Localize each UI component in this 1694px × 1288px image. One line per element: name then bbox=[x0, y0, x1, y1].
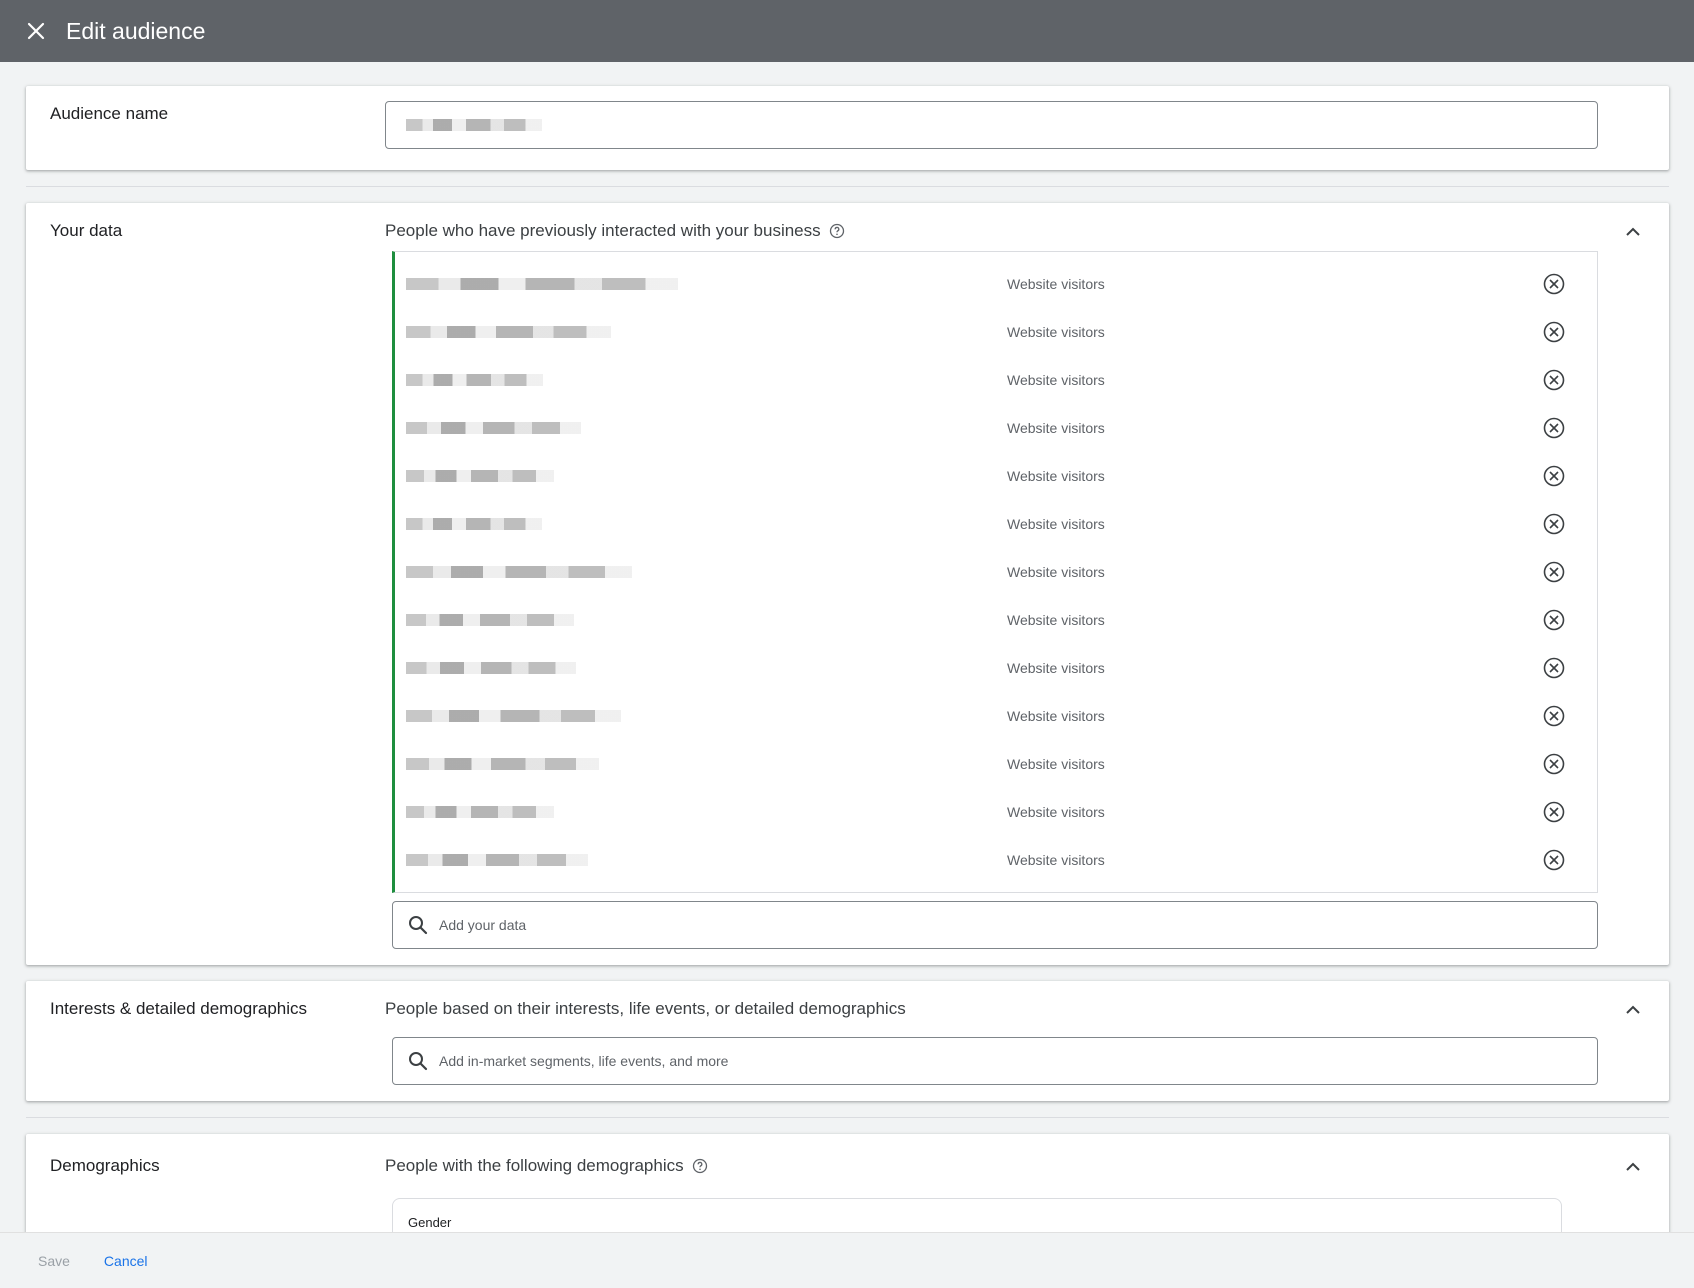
list-item: Website visitors bbox=[395, 260, 1598, 308]
remove-circle-icon[interactable] bbox=[1542, 464, 1566, 488]
top-bar: Edit audience bbox=[0, 0, 1694, 62]
remove-circle-icon[interactable] bbox=[1542, 512, 1566, 536]
redacted-list-name bbox=[406, 470, 554, 482]
redacted-list-name bbox=[406, 566, 632, 578]
redacted-list-name bbox=[406, 806, 554, 818]
remove-circle-icon[interactable] bbox=[1542, 272, 1566, 296]
list-item: Website visitors bbox=[395, 692, 1598, 740]
remove-circle-icon[interactable] bbox=[1542, 656, 1566, 680]
list-item: Website visitors bbox=[395, 740, 1598, 788]
divider bbox=[26, 1117, 1669, 1118]
list-item: Website visitors bbox=[395, 356, 1598, 404]
demographics-description-text: People with the following demographics bbox=[385, 1156, 684, 1175]
list-item-type: Website visitors bbox=[1007, 660, 1105, 676]
help-icon[interactable] bbox=[692, 1158, 708, 1174]
remove-circle-icon[interactable] bbox=[1542, 848, 1566, 872]
list-item-type: Website visitors bbox=[1007, 756, 1105, 772]
your-data-description: People who have previously interacted wi… bbox=[385, 221, 845, 241]
redacted-list-name bbox=[406, 854, 588, 866]
collapse-chevron-icon[interactable] bbox=[1621, 220, 1645, 244]
list-item-type: Website visitors bbox=[1007, 420, 1105, 436]
audience-name-input[interactable] bbox=[385, 101, 1598, 149]
list-item-type: Website visitors bbox=[1007, 612, 1105, 628]
divider bbox=[26, 186, 1669, 187]
list-item: Website visitors bbox=[395, 836, 1598, 884]
redacted-list-name bbox=[406, 278, 678, 290]
list-item-type: Website visitors bbox=[1007, 852, 1105, 868]
footer-bar: Save Cancel bbox=[0, 1232, 1694, 1288]
redacted-list-name bbox=[406, 662, 576, 674]
remove-circle-icon[interactable] bbox=[1542, 800, 1566, 824]
list-item-type: Website visitors bbox=[1007, 324, 1105, 340]
redacted-audience-name bbox=[406, 119, 542, 131]
list-item-type: Website visitors bbox=[1007, 804, 1105, 820]
save-button[interactable]: Save bbox=[38, 1253, 70, 1269]
list-item-type: Website visitors bbox=[1007, 516, 1105, 532]
list-item: Website visitors bbox=[395, 548, 1598, 596]
redacted-list-name bbox=[406, 758, 599, 770]
interests-description: People based on their interests, life ev… bbox=[385, 999, 906, 1019]
interests-label: Interests & detailed demographics bbox=[50, 999, 308, 1018]
list-item: Website visitors bbox=[395, 788, 1598, 836]
your-data-list: Website visitors Website visitors Websit… bbox=[392, 251, 1598, 893]
page-title: Edit audience bbox=[66, 17, 206, 44]
remove-circle-icon[interactable] bbox=[1542, 368, 1566, 392]
redacted-list-name bbox=[406, 614, 574, 626]
collapse-chevron-icon[interactable] bbox=[1621, 1155, 1645, 1179]
interests-description-text: People based on their interests, life ev… bbox=[385, 999, 906, 1018]
remove-circle-icon[interactable] bbox=[1542, 416, 1566, 440]
redacted-list-name bbox=[406, 374, 543, 386]
list-item-type: Website visitors bbox=[1007, 276, 1105, 292]
add-your-data-search[interactable] bbox=[392, 901, 1598, 949]
add-segments-search[interactable] bbox=[392, 1037, 1598, 1085]
list-item: Website visitors bbox=[395, 308, 1598, 356]
your-data-label: Your data bbox=[50, 221, 123, 240]
search-icon bbox=[407, 1050, 429, 1072]
demographics-label: Demographics bbox=[50, 1156, 160, 1175]
remove-circle-icon[interactable] bbox=[1542, 608, 1566, 632]
gender-label: Gender bbox=[408, 1215, 452, 1230]
add-segments-input[interactable] bbox=[439, 1053, 1539, 1069]
list-item: Website visitors bbox=[395, 404, 1598, 452]
demographics-description: People with the following demographics bbox=[385, 1156, 708, 1176]
close-icon[interactable] bbox=[22, 17, 50, 45]
remove-circle-icon[interactable] bbox=[1542, 704, 1566, 728]
redacted-list-name bbox=[406, 518, 542, 530]
redacted-list-name bbox=[406, 422, 581, 434]
interests-card: Interests & detailed demographics People… bbox=[26, 981, 1669, 1101]
audience-name-card: Audience name bbox=[26, 86, 1669, 170]
remove-circle-icon[interactable] bbox=[1542, 752, 1566, 776]
list-item-type: Website visitors bbox=[1007, 468, 1105, 484]
list-item: Website visitors bbox=[395, 500, 1598, 548]
list-item-type: Website visitors bbox=[1007, 564, 1105, 580]
remove-circle-icon[interactable] bbox=[1542, 320, 1566, 344]
redacted-list-name bbox=[406, 326, 611, 338]
collapse-chevron-icon[interactable] bbox=[1621, 998, 1645, 1022]
add-your-data-input[interactable] bbox=[439, 917, 1539, 933]
your-data-description-text: People who have previously interacted wi… bbox=[385, 221, 821, 240]
your-data-card: Your data People who have previously int… bbox=[26, 203, 1669, 965]
redacted-list-name bbox=[406, 710, 621, 722]
list-item: Website visitors bbox=[395, 596, 1598, 644]
search-icon bbox=[407, 914, 429, 936]
list-item: Website visitors bbox=[395, 452, 1598, 500]
list-item: Website visitors bbox=[395, 644, 1598, 692]
list-item-type: Website visitors bbox=[1007, 372, 1105, 388]
help-icon[interactable] bbox=[829, 223, 845, 239]
remove-circle-icon[interactable] bbox=[1542, 560, 1566, 584]
list-item-type: Website visitors bbox=[1007, 708, 1105, 724]
audience-name-label: Audience name bbox=[50, 104, 169, 123]
cancel-button[interactable]: Cancel bbox=[104, 1253, 148, 1269]
